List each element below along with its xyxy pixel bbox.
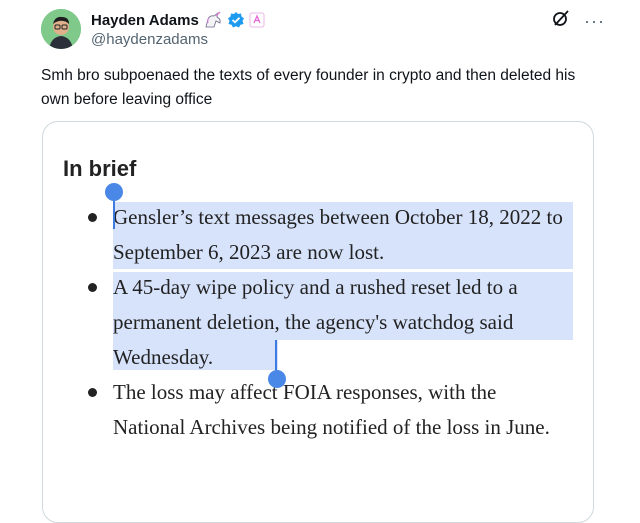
list-item: The loss may affect FOIA responses, with… bbox=[43, 375, 593, 445]
list-item: Gensler’s text messages between October … bbox=[43, 200, 593, 270]
affiliate-badge-icon[interactable] bbox=[249, 12, 265, 28]
selection-end-caret[interactable] bbox=[275, 340, 277, 372]
selection-start-handle[interactable] bbox=[105, 183, 123, 201]
more-icon[interactable]: ··· bbox=[584, 12, 605, 30]
tweet-actions: ··· bbox=[552, 9, 605, 32]
selection-end-handle[interactable] bbox=[268, 370, 286, 388]
bullet-dot bbox=[88, 283, 97, 292]
author-name[interactable]: Hayden Adams bbox=[91, 12, 199, 29]
bullet-list: Gensler’s text messages between October … bbox=[43, 200, 593, 445]
unicorn-icon bbox=[203, 11, 223, 29]
author-name-row: Hayden Adams bbox=[91, 10, 265, 30]
bullet-text: Gensler’s text messages between October … bbox=[113, 205, 563, 264]
author-handle[interactable]: @haydenzadams bbox=[91, 31, 208, 48]
article-card[interactable]: In brief Gensler’s text messages between… bbox=[42, 121, 594, 523]
bullet-text: A 45-day wipe policy and a rushed reset … bbox=[113, 275, 518, 369]
list-item: A 45-day wipe policy and a rushed reset … bbox=[43, 270, 593, 375]
avatar[interactable] bbox=[41, 9, 81, 49]
grok-icon[interactable] bbox=[552, 9, 570, 32]
card-title: In brief bbox=[63, 156, 137, 181]
bullet-text: The loss may affect FOIA responses, with… bbox=[113, 380, 550, 439]
tweet-text: Smh bro subpoenaed the texts of every fo… bbox=[41, 67, 576, 108]
verified-badge-icon[interactable] bbox=[227, 11, 245, 29]
bullet-dot bbox=[88, 213, 97, 222]
selection-start-caret[interactable] bbox=[113, 197, 115, 229]
bullet-dot bbox=[88, 388, 97, 397]
